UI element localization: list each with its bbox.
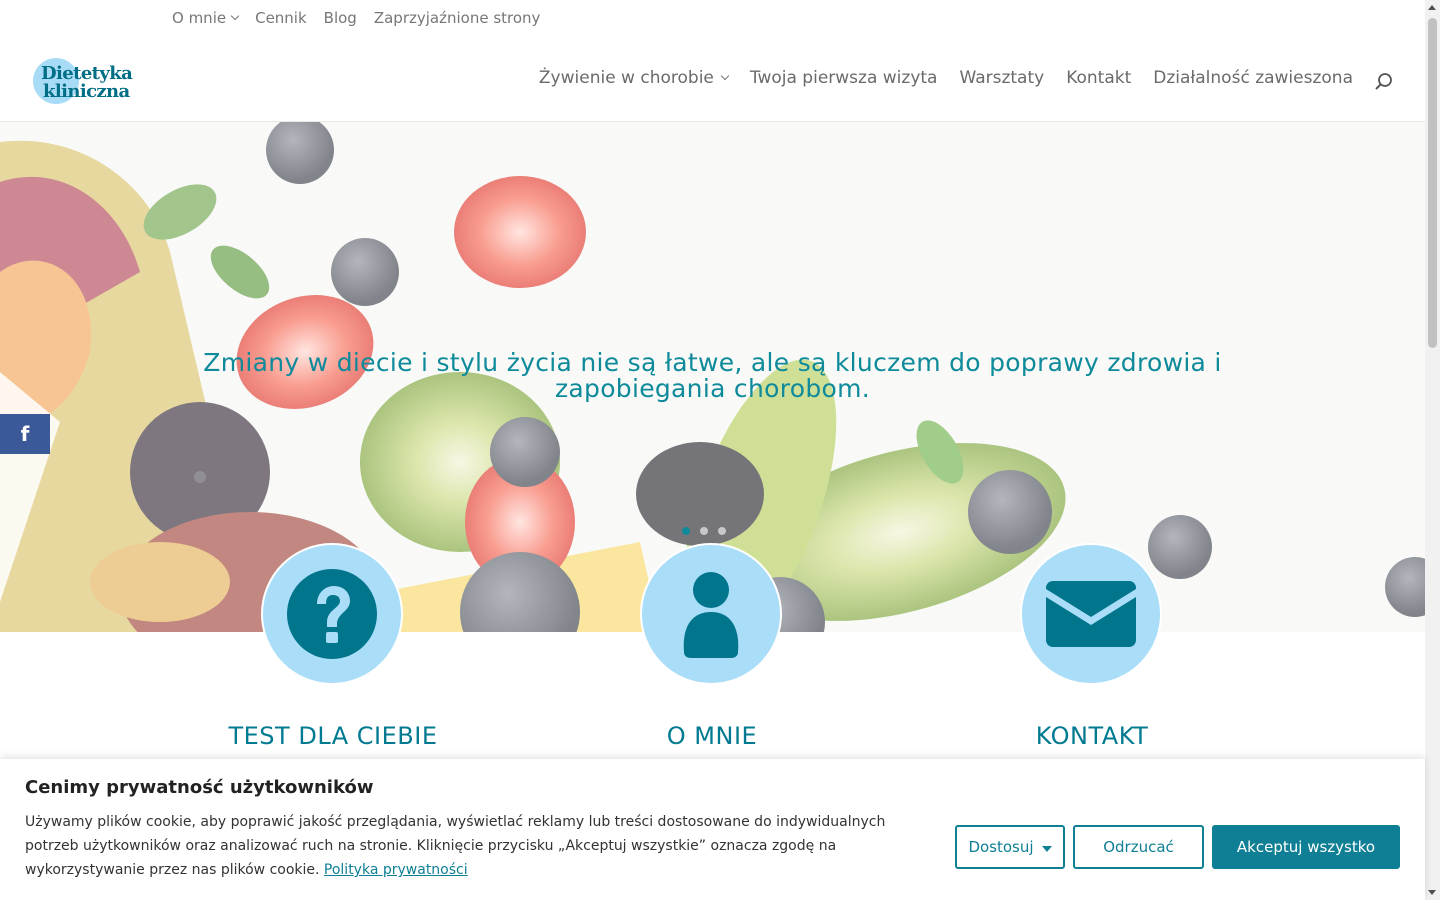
person-icon [683, 572, 739, 658]
feature-about-title[interactable]: O MNIE [562, 722, 862, 750]
site-logo[interactable]: Dietetyka kliniczna [33, 58, 148, 106]
chevron-down-icon [230, 11, 240, 21]
topnav-item-label: Zaprzyjaźnione strony [373, 9, 541, 27]
facebook-share-button[interactable]: f [0, 414, 50, 454]
search-icon[interactable] [1374, 72, 1394, 92]
privacy-policy-link[interactable]: Polityka prywatności [324, 862, 468, 878]
top-bar: O mnie Cennik Blog Zaprzyjaźnione strony [0, 0, 1425, 40]
caret-down-icon [1041, 845, 1052, 852]
accept-all-button[interactable]: Akceptuj wszystko [1212, 825, 1400, 869]
nav-item-pierwsza-wizyta[interactable]: Twoja pierwsza wizyta [750, 68, 938, 88]
customize-button-label: Dostosuj [968, 838, 1034, 856]
nav-item-kontakt[interactable]: Kontakt [1066, 68, 1131, 88]
slider-dot-1[interactable] [682, 527, 690, 535]
nav-item-label: Kontakt [1066, 68, 1132, 88]
cookie-description: Używamy plików cookie, aby poprawić jako… [25, 810, 925, 882]
chevron-down-icon [720, 71, 730, 81]
cookie-consent-banner: Cenimy prywatność użytkowników Używamy p… [0, 759, 1425, 900]
facebook-icon: f [20, 422, 30, 446]
nav-item-zywienie-w-chorobie[interactable]: Żywienie w chorobie [538, 68, 730, 88]
customize-button[interactable]: Dostosuj [955, 825, 1065, 869]
topnav-item-zaprzyjaznione-strony[interactable]: Zaprzyjaźnione strony [374, 9, 541, 27]
topnav-item-label: Blog [323, 9, 357, 27]
logo-line-2: kliniczna [43, 81, 130, 102]
reject-button-label: Odrzucać [1103, 838, 1174, 856]
scroll-up-arrow-icon[interactable] [1428, 5, 1436, 10]
page-scrollbar[interactable] [1425, 0, 1440, 900]
feature-about-circle[interactable] [640, 543, 782, 685]
topnav-item-o-mnie[interactable]: O mnie [172, 9, 240, 27]
hero-headline: Zmiany w diecie i stylu życia nie są łat… [203, 348, 1222, 403]
nav-item-warsztaty[interactable]: Warsztaty [959, 68, 1044, 88]
nav-item-dzialalnosc-zawieszona[interactable]: Działalność zawieszona [1153, 68, 1353, 88]
secondary-nav: O mnie Cennik Blog Zaprzyjaźnione strony [172, 9, 540, 27]
feature-contact-title[interactable]: KONTAKT [942, 722, 1242, 750]
main-header: Dietetyka kliniczna Żywienie w chorobie … [0, 40, 1425, 122]
scroll-thumb[interactable] [1428, 18, 1437, 348]
envelope-icon [1046, 581, 1136, 647]
accept-button-label: Akceptuj wszystko [1236, 838, 1376, 856]
topnav-item-label: O mnie [172, 9, 227, 27]
slider-dot-3[interactable] [718, 527, 726, 535]
question-icon [287, 569, 377, 659]
nav-item-label: Żywienie w chorobie [538, 68, 714, 88]
feature-test-circle[interactable] [261, 543, 403, 685]
slider-pagination [682, 527, 726, 535]
nav-item-label: Działalność zawieszona [1153, 68, 1353, 88]
feature-test-title[interactable]: TEST DLA CIEBIE [183, 722, 483, 750]
slider-dot-2[interactable] [700, 527, 708, 535]
topnav-item-label: Cennik [255, 9, 307, 27]
nav-item-label: Twoja pierwsza wizyta [749, 68, 938, 88]
topnav-item-blog[interactable]: Blog [324, 9, 357, 27]
scroll-down-arrow-icon[interactable] [1428, 890, 1436, 895]
cookie-title: Cenimy prywatność użytkowników [25, 777, 374, 798]
topnav-item-cennik[interactable]: Cennik [255, 9, 307, 27]
feature-contact-circle[interactable] [1020, 543, 1162, 685]
nav-item-label: Warsztaty [959, 68, 1045, 88]
reject-button[interactable]: Odrzucać [1073, 825, 1204, 869]
main-nav: Żywienie w chorobie Twoja pierwsza wizyt… [539, 68, 1353, 88]
